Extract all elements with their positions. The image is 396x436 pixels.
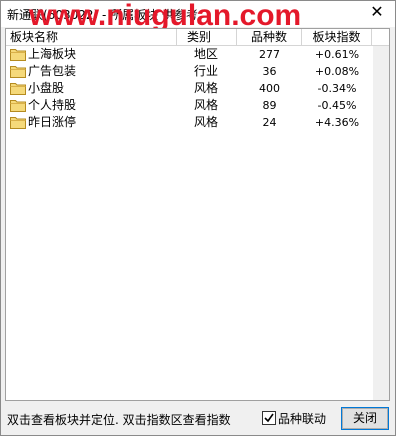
hint-text: 双击查看板块并定位. 双击指数区查看指数 <box>7 413 231 427</box>
column-header-index[interactable]: 板块指数 <box>302 29 372 45</box>
index-change: +4.36% <box>314 116 360 129</box>
index-change: -0.34% <box>317 82 357 95</box>
index-change: +0.61% <box>314 48 360 61</box>
vertical-scrollbar <box>373 46 389 400</box>
folder-icon <box>10 66 26 78</box>
sector-category: 风格 <box>194 98 219 112</box>
stock-count: 277 <box>259 48 280 61</box>
sector-category: 风格 <box>194 115 219 129</box>
sector-list[interactable]: 板块名称 类别 品种数 板块指数 上海板块 地区 277 +0.61% 广告包装 行业 36… <box>5 28 390 401</box>
folder-icon <box>10 83 26 95</box>
folder-icon <box>10 117 26 129</box>
sector-name: 个人持股 <box>28 98 77 112</box>
column-header-name[interactable]: 板块名称 <box>6 29 177 45</box>
table-row[interactable]: 广告包装 行业 36 +0.08% <box>6 63 389 80</box>
column-header-count[interactable]: 品种数 <box>237 29 302 45</box>
index-change: -0.45% <box>317 99 357 112</box>
folder-icon <box>10 100 26 112</box>
footer-bar: 双击查看板块并定位. 双击指数区查看指数 品种联动 关闭 <box>1 404 395 434</box>
title-bar[interactable]: 新通联(603022) - 所属板块 供参考 www.niugulan.com … <box>1 0 395 32</box>
column-header-category[interactable]: 类别 <box>177 29 237 45</box>
close-button[interactable]: 关闭 <box>341 407 389 430</box>
column-header: 板块名称 类别 品种数 板块指数 <box>6 29 389 46</box>
checkbox-box[interactable] <box>262 411 276 425</box>
sector-name: 上海板块 <box>28 47 77 61</box>
checkbox-label: 品种联动 <box>278 412 327 426</box>
folder-icon <box>10 49 26 61</box>
stock-count: 36 <box>262 65 277 78</box>
stock-count: 24 <box>262 116 277 129</box>
sector-category: 行业 <box>194 64 219 78</box>
sector-dialog: 新通联(603022) - 所属板块 供参考 www.niugulan.com … <box>0 0 396 436</box>
table-row[interactable]: 昨日涨停 风格 24 +4.36% <box>6 114 389 131</box>
stock-count: 89 <box>262 99 277 112</box>
check-icon <box>264 413 274 423</box>
table-row[interactable]: 个人持股 风格 89 -0.45% <box>6 97 389 114</box>
sector-category: 地区 <box>194 47 219 61</box>
stock-count: 400 <box>259 82 280 95</box>
sector-category: 风格 <box>194 81 219 95</box>
sector-name: 昨日涨停 <box>28 115 77 129</box>
sector-name: 广告包装 <box>28 64 77 78</box>
table-row[interactable]: 小盘股 风格 400 -0.34% <box>6 80 389 97</box>
close-icon[interactable]: ✕ <box>369 4 385 20</box>
index-change: +0.08% <box>314 65 360 78</box>
table-row[interactable]: 上海板块 地区 277 +0.61% <box>6 46 389 63</box>
sector-name: 小盘股 <box>28 81 65 95</box>
